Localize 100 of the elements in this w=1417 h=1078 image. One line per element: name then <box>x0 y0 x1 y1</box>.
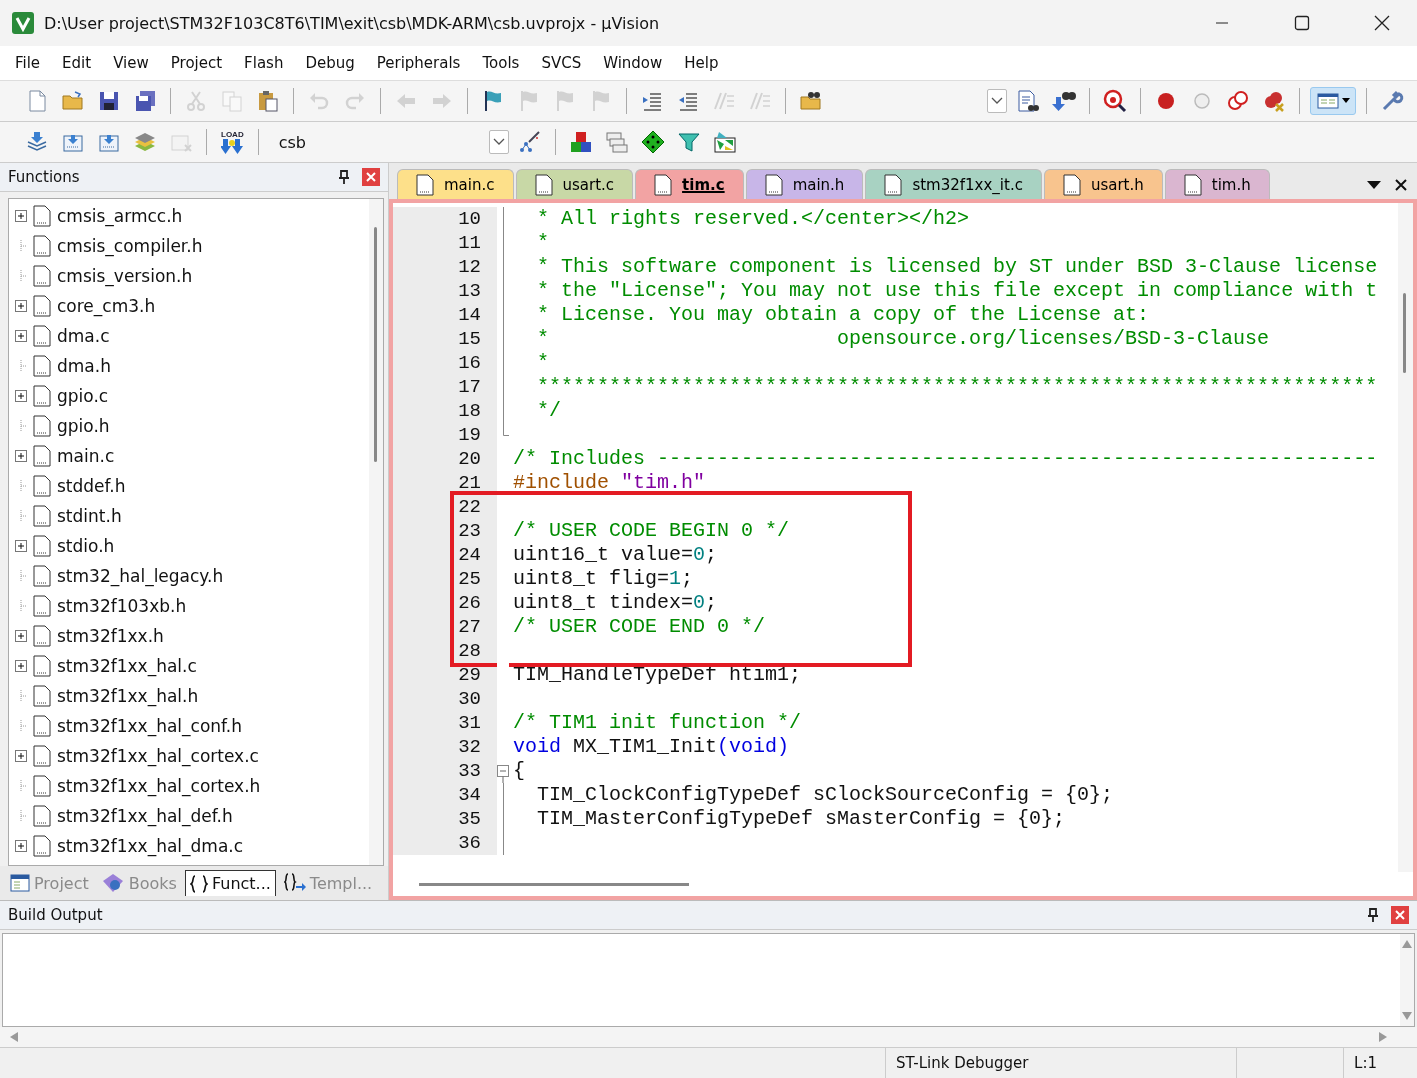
tree-item[interactable]: cmsis_version.h <box>57 266 193 286</box>
dropdown-arrow-icon[interactable] <box>1367 181 1381 189</box>
tree-item[interactable]: stm32f1xx_hal_cortex.c <box>57 746 259 766</box>
floppies-icon[interactable] <box>133 89 157 113</box>
expander-icon[interactable] <box>15 450 27 462</box>
funnel-icon[interactable] <box>676 130 701 154</box>
file-tab[interactable]: main.h <box>745 169 864 199</box>
magnifier-icon[interactable] <box>1103 89 1127 113</box>
menu-item[interactable]: Debug <box>294 50 366 76</box>
code-line: TIM_ClockConfigTypeDef sClockSourceConfig = {0}; <box>536 783 1114 807</box>
mosaic-icon[interactable] <box>712 130 737 154</box>
close-icon[interactable] <box>1395 179 1407 191</box>
status-text: ST-Link Debugger <box>885 1048 1236 1078</box>
close-button[interactable] <box>1391 906 1409 924</box>
file-tab[interactable]: usart.h <box>1043 169 1163 199</box>
tree-item[interactable]: stm32f1xx_hal_def.h <box>57 806 233 826</box>
file-tab[interactable]: tim.h <box>1164 169 1270 199</box>
file-icon <box>33 655 51 677</box>
tree-item[interactable]: gpio.c <box>57 386 109 406</box>
folder-binoculars-icon[interactable] <box>799 89 823 113</box>
tree-item[interactable]: stm32f1xx_hal.c <box>57 656 197 676</box>
wrench-icon[interactable] <box>1380 89 1404 113</box>
expander-icon[interactable] <box>15 210 27 222</box>
menu-item[interactable]: Project <box>159 50 234 76</box>
scroll-down-icon[interactable] <box>1402 1012 1412 1020</box>
tree-item[interactable]: core_cm3.h <box>57 296 156 316</box>
code-line: */ <box>536 399 561 423</box>
tree-item[interactable]: stm32f1xx_hal_cortex.h <box>57 776 261 796</box>
expander-icon[interactable] <box>15 630 27 642</box>
floppy-icon[interactable] <box>97 89 121 113</box>
menu-item[interactable]: View <box>102 50 160 76</box>
stacked-windows-icon[interactable] <box>604 130 629 154</box>
file-tab[interactable]: main.c <box>397 169 514 199</box>
fold-end-icon <box>503 423 509 436</box>
tree-item[interactable]: stm32f1xx_hal_dma.c <box>57 836 244 856</box>
overlapping-circles-icon[interactable] <box>1226 89 1250 113</box>
file-icon <box>33 355 51 377</box>
pin-icon[interactable] <box>338 170 350 184</box>
magic-wand-icon[interactable] <box>517 130 542 154</box>
colored-blocks-icon[interactable] <box>568 130 593 154</box>
tree-item[interactable]: stm32_hal_legacy.h <box>57 566 224 586</box>
tree-item[interactable]: stm32f1xx_hal.h <box>57 686 199 706</box>
tree-item[interactable]: main.c <box>57 446 115 466</box>
expander-icon[interactable] <box>15 390 27 402</box>
scrollbar-thumb[interactable] <box>1403 293 1406 373</box>
expander-icon[interactable] <box>15 540 27 552</box>
line-number: 32 <box>393 735 497 759</box>
tree-item[interactable]: dma.h <box>57 356 111 376</box>
close-icon[interactable] <box>1374 15 1390 31</box>
dots-cross-icon[interactable] <box>1262 89 1286 113</box>
pin-icon[interactable] <box>1367 908 1379 922</box>
tree-item[interactable]: stdint.h <box>57 506 122 526</box>
scrollbar-thumb[interactable] <box>419 883 689 886</box>
menu-item[interactable]: Edit <box>51 50 103 76</box>
stack-arrow-icon[interactable] <box>25 130 49 154</box>
load-button[interactable]: LOAD <box>217 129 248 155</box>
tree-item[interactable]: cmsis_armcc.h <box>57 206 183 226</box>
expander-icon[interactable] <box>15 750 27 762</box>
tree-item[interactable]: gpio.h <box>57 416 110 436</box>
layers-icon[interactable] <box>133 130 157 154</box>
menu-item[interactable]: Flash <box>233 50 295 76</box>
expander-icon[interactable] <box>15 660 27 672</box>
tree-item[interactable]: stdio.h <box>57 536 115 556</box>
close-button[interactable] <box>362 168 380 186</box>
maximize-icon[interactable] <box>1294 15 1310 31</box>
dropdown[interactable] <box>987 89 1007 113</box>
tree-item[interactable]: stm32f1xx.h <box>57 626 164 646</box>
menu-item[interactable]: File <box>4 50 52 76</box>
clipboard-icon[interactable] <box>256 89 280 113</box>
arrow-binoculars-icon[interactable] <box>1052 89 1076 113</box>
layout-button[interactable] <box>1310 87 1356 115</box>
document-binoculars-icon[interactable] <box>1016 89 1040 113</box>
expander-icon[interactable] <box>15 300 27 312</box>
tree-item[interactable]: cmsis_compiler.h <box>57 236 203 256</box>
file-tab[interactable]: tim.c <box>635 169 744 199</box>
menu-item[interactable]: Tools <box>471 50 531 76</box>
folder-icon[interactable] <box>61 89 85 113</box>
tree-item[interactable]: stm32f103xb.h <box>57 596 187 616</box>
file-icon <box>33 385 51 407</box>
scroll-up-icon[interactable] <box>1402 940 1412 948</box>
code-line: uint8_t tindex=0; <box>512 591 718 615</box>
menu-item[interactable]: Window <box>592 50 674 76</box>
caret-icon <box>1342 98 1350 104</box>
scrollbar-thumb[interactable] <box>374 227 377 462</box>
tree-item[interactable]: dma.c <box>57 326 110 346</box>
tree-item[interactable]: stddef.h <box>57 476 126 496</box>
scroll-right-icon[interactable] <box>1379 1032 1387 1042</box>
panel-tab[interactable]: Funct... <box>184 870 276 896</box>
tree-item[interactable]: stm32f1xx_hal_conf.h <box>57 716 242 736</box>
expander-icon[interactable] <box>15 330 27 342</box>
target-dropdown[interactable]: csb <box>268 130 509 154</box>
menu-item[interactable]: Peripherals <box>365 50 472 76</box>
diamond-icon[interactable] <box>640 130 665 154</box>
menu-item[interactable]: Help <box>673 50 730 76</box>
code-line: * License. You may obtain a copy of the License at: <box>536 303 1150 327</box>
menu-item[interactable]: SVCS <box>530 50 593 76</box>
file-tab[interactable]: usart.c <box>515 169 634 199</box>
scroll-left-icon[interactable] <box>10 1032 18 1042</box>
expander-icon[interactable] <box>15 840 27 852</box>
file-tab[interactable]: stm32f1xx_it.c <box>865 169 1042 199</box>
